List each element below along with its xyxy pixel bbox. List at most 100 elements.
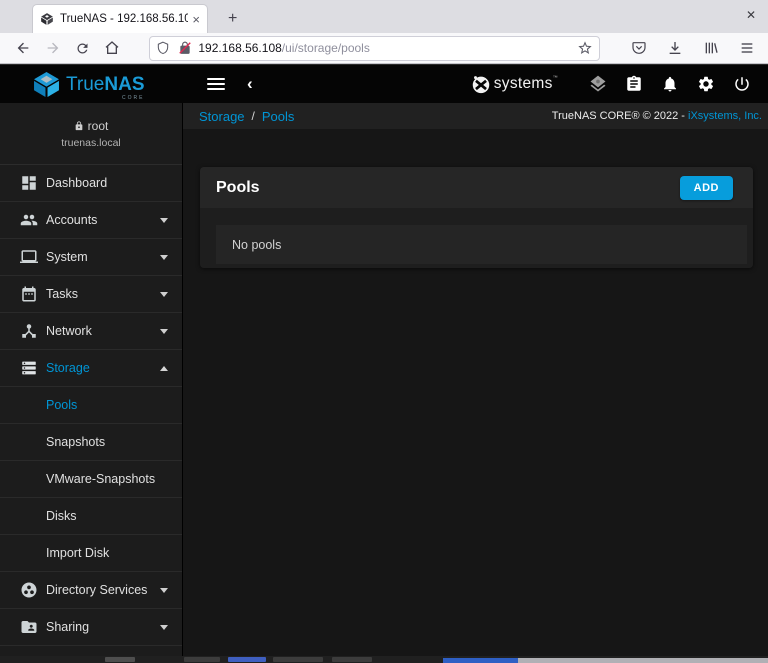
page-content: Pools ADD No pools (183, 129, 768, 663)
sidebar-item-directory-services[interactable]: Directory Services (0, 572, 182, 609)
user-name: root (87, 118, 109, 133)
page-title: Pools (216, 178, 260, 196)
brand-edition: CORE (122, 94, 145, 101)
sidebar-subitem-label: Snapshots (46, 435, 106, 449)
sidebar-subitem-snapshots[interactable]: Snapshots (0, 424, 182, 461)
star-icon[interactable] (577, 40, 593, 56)
toolbar-right (624, 35, 768, 61)
laptop-icon (20, 248, 38, 266)
cutoff-bar-gray (518, 658, 768, 663)
ix-trademark: ™ (552, 75, 558, 81)
cutoff-button (184, 657, 220, 662)
ix-text: systems™ (493, 75, 558, 92)
sidebar-item-label: Sharing (46, 620, 90, 634)
body-row: root truenas.local Dashboard Accounts Sy… (0, 103, 768, 663)
group-work-icon (20, 581, 38, 599)
power-icon[interactable] (730, 72, 754, 96)
chevron-up-icon (160, 362, 168, 371)
people-icon (20, 211, 38, 229)
menu-icon[interactable] (732, 35, 762, 61)
shield-icon[interactable] (156, 41, 170, 55)
url-text[interactable]: 192.168.56.108/ui/storage/pools (198, 41, 577, 55)
back-icon[interactable] (8, 35, 38, 61)
sidebar-item-label: Network (46, 324, 92, 338)
sidebar-item-dashboard[interactable]: Dashboard (0, 165, 182, 202)
sidebar-item-network[interactable]: Network (0, 313, 182, 350)
sidebar-subitem-label: Import Disk (46, 546, 110, 560)
library-icon[interactable] (696, 35, 726, 61)
sidebar-item-label: Tasks (46, 287, 78, 301)
breadcrumb-storage-link[interactable]: Storage (199, 109, 245, 124)
user-host: truenas.local (61, 136, 121, 149)
cutoff-button (273, 657, 323, 662)
insecure-lock-icon[interactable] (178, 41, 192, 55)
tab-close-icon[interactable]: × (192, 12, 200, 27)
cutoff-button (105, 657, 135, 662)
browser-toolbar: 192.168.56.108/ui/storage/pools (0, 33, 768, 64)
chevron-down-icon (160, 254, 168, 264)
pools-card-header: Pools ADD (200, 167, 753, 208)
sidebar: root truenas.local Dashboard Accounts Sy… (0, 103, 183, 663)
sidebar-item-sharing[interactable]: Sharing (0, 609, 182, 646)
sidebar-item-label: Directory Services (46, 583, 148, 597)
sidebar-item-tasks[interactable]: Tasks (0, 276, 182, 313)
sidebar-item-accounts[interactable]: Accounts (0, 202, 182, 239)
truecommand-icon[interactable] (586, 72, 610, 96)
ixsystems-logo: systems™ (470, 73, 558, 95)
new-tab-button[interactable]: + (220, 4, 245, 33)
chevron-down-icon (160, 624, 168, 634)
truenas-cube-icon (34, 71, 59, 97)
ixsystems-link[interactable]: iXsystems, Inc. (688, 110, 762, 122)
sidebar-subitem-label: Pools (46, 398, 78, 412)
sidebar-subitem-label: VMware-Snapshots (46, 472, 156, 486)
collapse-chevron-icon[interactable]: ‹ (247, 75, 253, 92)
browser-tab-strip: TrueNAS - 192.168.56.108 × + ✕ (0, 0, 768, 33)
sidebar-subitem-import-disk[interactable]: Import Disk (0, 535, 182, 572)
pools-card-body: No pools (200, 208, 753, 268)
bell-icon[interactable] (658, 72, 682, 96)
home-icon[interactable] (98, 35, 128, 61)
cutoff-bar-blue (443, 658, 518, 663)
url-host: 192.168.56.108 (198, 41, 282, 55)
breadcrumb-pools-link[interactable]: Pools (262, 109, 295, 124)
copyright-text: TrueNAS CORE® © 2022 - iXsystems, Inc. (551, 110, 762, 122)
pools-card: Pools ADD No pools (200, 167, 753, 268)
calendar-icon (20, 285, 38, 303)
sidebar-subitem-disks[interactable]: Disks (0, 498, 182, 535)
sidebar-item-label: System (46, 250, 88, 264)
header-icon-row (574, 72, 754, 96)
main-area: Storage / Pools TrueNAS CORE® © 2022 - i… (183, 103, 768, 663)
breadcrumb-separator: / (251, 109, 255, 123)
url-bar[interactable]: 192.168.56.108/ui/storage/pools (149, 35, 601, 61)
browser-tab[interactable]: TrueNAS - 192.168.56.108 × (32, 4, 208, 33)
app-header: TrueNAS CORE ‹ systems™ (0, 64, 768, 103)
forward-icon[interactable] (38, 35, 68, 61)
sidebar-subitem-pools[interactable]: Pools (0, 387, 182, 424)
chevron-down-icon (160, 291, 168, 301)
sidenav-toggle-icon[interactable] (207, 78, 225, 90)
empty-state-panel: No pools (216, 225, 747, 264)
brand-name-regular: True (66, 73, 105, 95)
sidebar-item-storage[interactable]: Storage (0, 350, 182, 387)
clipboard-icon[interactable] (622, 72, 646, 96)
chevron-down-icon (160, 587, 168, 597)
gear-icon[interactable] (694, 72, 718, 96)
add-pool-button[interactable]: ADD (679, 175, 733, 200)
sidebar-item-system[interactable]: System (0, 239, 182, 276)
user-block: root truenas.local (0, 103, 182, 165)
brand-name-bold: NAS (104, 73, 145, 95)
dashboard-icon (20, 174, 38, 192)
breadcrumb: Storage / Pools TrueNAS CORE® © 2022 - i… (183, 103, 768, 129)
sidebar-subitem-vmware-snapshots[interactable]: VMware-Snapshots (0, 461, 182, 498)
tab-title: TrueNAS - 192.168.56.108 (60, 13, 189, 25)
screen: TrueNAS - 192.168.56.108 × + ✕ 192.168.5… (0, 0, 768, 663)
sidebar-item-label: Storage (46, 361, 90, 375)
reload-icon[interactable] (68, 35, 98, 61)
lock-icon (74, 120, 84, 131)
pocket-icon[interactable] (624, 35, 654, 61)
storage-stack-icon (20, 359, 38, 377)
window-close-button[interactable]: ✕ (746, 8, 756, 22)
sidebar-item-label: Dashboard (46, 176, 108, 190)
download-icon[interactable] (660, 35, 690, 61)
sidebar-item-label: Accounts (46, 213, 98, 227)
